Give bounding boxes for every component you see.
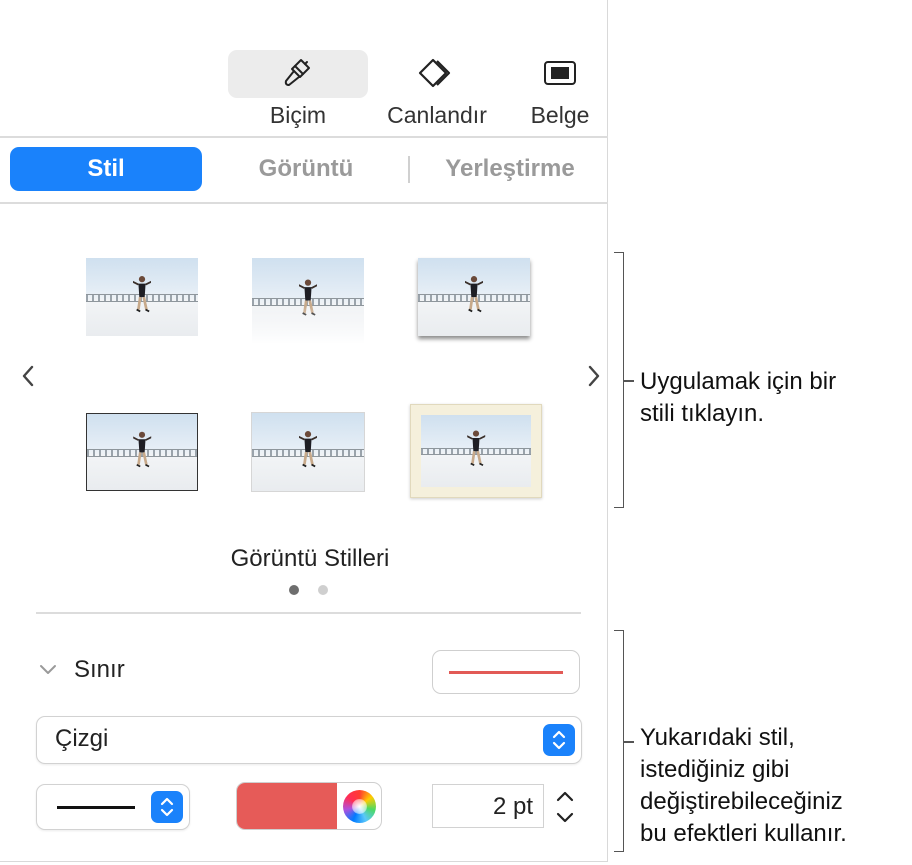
tab-arrange[interactable]: Yerleştirme (424, 147, 596, 191)
effects-callout-line-1: Yukarıdaki stil, (640, 724, 795, 751)
styles-callout-line-2: stili tıklayın. (640, 400, 765, 427)
previous-styles-arrow[interactable] (18, 358, 38, 394)
image-style-reflection[interactable] (252, 258, 364, 344)
line-type-select[interactable]: Çizgi (36, 716, 582, 764)
border-section-label[interactable]: Sınır (74, 656, 125, 684)
animate-label: Canlandır (387, 102, 487, 128)
animate-button[interactable]: Canlandır (367, 50, 507, 128)
border-width-value: 2 pt (492, 793, 533, 820)
paintbrush-icon (228, 50, 368, 96)
styles-callout: Uygulamak için bir stili tıklayın. (640, 366, 836, 430)
tab-image[interactable]: Görüntü (222, 147, 390, 191)
effects-callout-line-2: istediğiniz gibi (640, 756, 790, 783)
border-line-preset-button[interactable] (432, 650, 580, 694)
styles-callout-bracket (614, 252, 624, 508)
border-line-preview (449, 671, 563, 674)
image-style-matte-frame[interactable] (410, 404, 542, 498)
border-color-swatch[interactable] (237, 783, 337, 829)
border-width-field[interactable]: 2 pt (432, 784, 544, 828)
page-dot-2[interactable] (318, 585, 328, 595)
tab-divider (408, 156, 410, 183)
effects-callout-bracket (614, 630, 624, 852)
image-styles-title: Görüntü Stilleri (230, 545, 390, 572)
line-type-value: Çizgi (55, 725, 109, 752)
format-label: Biçim (269, 102, 327, 128)
format-button[interactable]: Biçim (228, 50, 368, 128)
image-style-light-border[interactable] (252, 413, 364, 491)
effects-callout: Yukarıdaki stil, istediğiniz gibi değişt… (640, 722, 847, 850)
styles-callout-tick (624, 380, 634, 382)
effects-callout-tick (624, 741, 634, 743)
document-label: Belge (530, 102, 590, 128)
border-color-well[interactable] (236, 782, 382, 830)
document-button[interactable]: Belge (490, 50, 630, 128)
line-style-preview (57, 806, 135, 809)
effects-callout-line-3: değiştirebileceğiniz (640, 788, 843, 815)
next-styles-arrow[interactable] (584, 358, 604, 394)
chevron-down-icon[interactable] (38, 662, 58, 676)
line-type-stepper-icon (543, 724, 575, 756)
page-dot-1[interactable] (289, 585, 299, 595)
tab-style[interactable]: Stil (10, 147, 202, 191)
line-style-stepper-icon (151, 791, 183, 823)
image-style-thin-frame[interactable] (86, 413, 198, 491)
border-width-stepper[interactable] (550, 784, 580, 830)
toolbar-divider (0, 136, 608, 138)
color-wheel-icon[interactable] (343, 790, 376, 823)
document-icon (490, 50, 630, 96)
styles-callout-line-1: Uygulamak için bir (640, 368, 837, 395)
format-inspector-panel: Biçim Canlandır Belge Stil Görüntü Yerle… (0, 0, 608, 862)
line-style-select[interactable] (36, 784, 190, 830)
image-style-shadow[interactable] (418, 258, 530, 336)
tabs-divider (0, 202, 608, 204)
image-style-plain[interactable] (86, 258, 198, 336)
effects-callout-line-4: bu efektleri kullanır. (640, 820, 847, 847)
section-divider (36, 612, 581, 614)
diamond-animate-icon (367, 50, 507, 96)
